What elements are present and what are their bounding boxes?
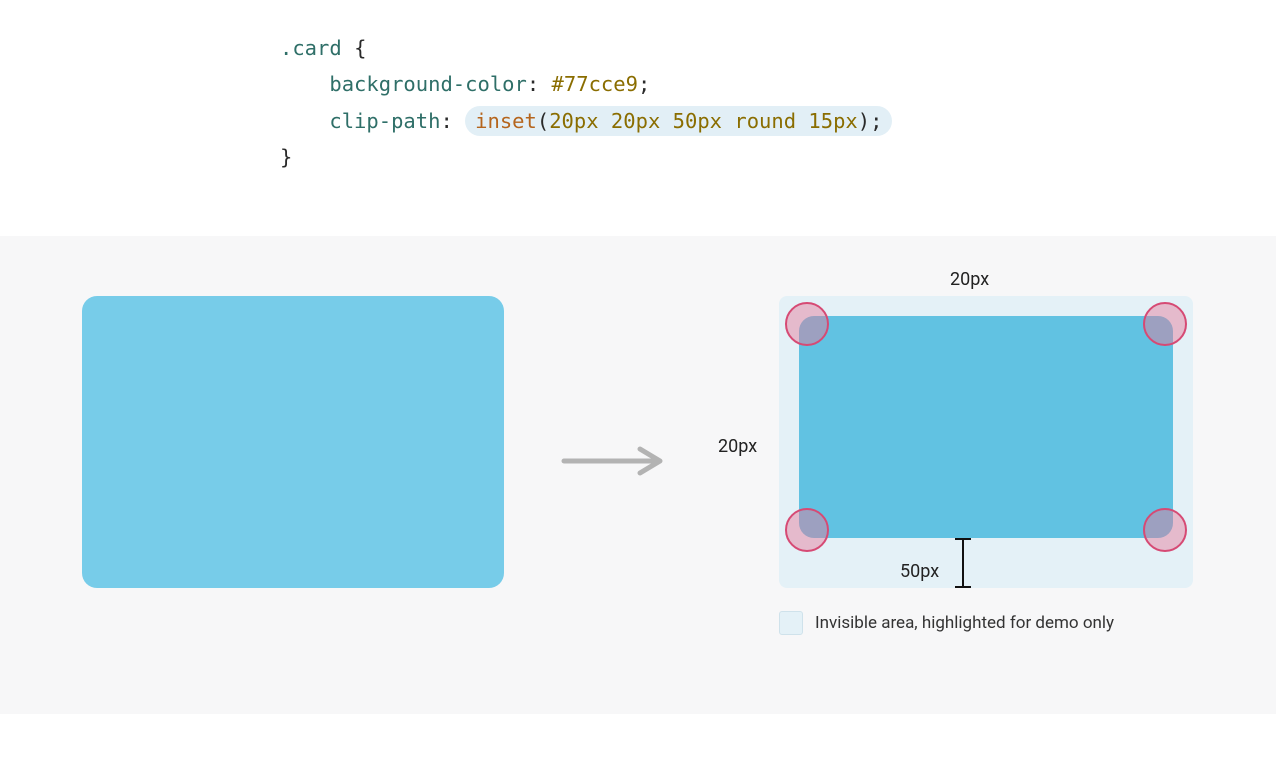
css-property-bg: background-color: [329, 72, 526, 96]
css-selector: .card: [280, 36, 342, 60]
radius-marker-bottom-left: [785, 508, 829, 552]
css-code-block: .card { background-color: #77cce9; clip-…: [0, 0, 1276, 236]
dimension-label-top: 20px: [950, 269, 989, 290]
diagram-area: 20px 20px 50px Invisible area, highlight…: [0, 236, 1276, 714]
legend: Invisible area, highlighted for demo onl…: [779, 611, 1114, 635]
css-highlight: inset(20px 20px 50px round 15px);: [465, 106, 892, 136]
dimension-bar-bottom: [962, 538, 964, 588]
css-function-args: 20px 20px 50px round 15px: [549, 109, 858, 133]
card-clip-inner: [799, 316, 1173, 538]
close-brace: }: [280, 145, 292, 169]
dimension-label-bottom: 50px: [900, 561, 939, 582]
card-after-group: [779, 296, 1193, 588]
arrow-icon: [560, 446, 670, 476]
radius-marker-top-right: [1143, 302, 1187, 346]
open-brace: {: [354, 36, 366, 60]
legend-swatch: [779, 611, 803, 635]
css-property-clip: clip-path: [329, 109, 440, 133]
dimension-label-left: 20px: [718, 436, 757, 457]
card-before: [82, 296, 504, 588]
css-function-name: inset: [475, 109, 537, 133]
css-value-bg: #77cce9: [552, 72, 638, 96]
radius-marker-top-left: [785, 302, 829, 346]
legend-text: Invisible area, highlighted for demo onl…: [815, 613, 1114, 633]
radius-marker-bottom-right: [1143, 508, 1187, 552]
